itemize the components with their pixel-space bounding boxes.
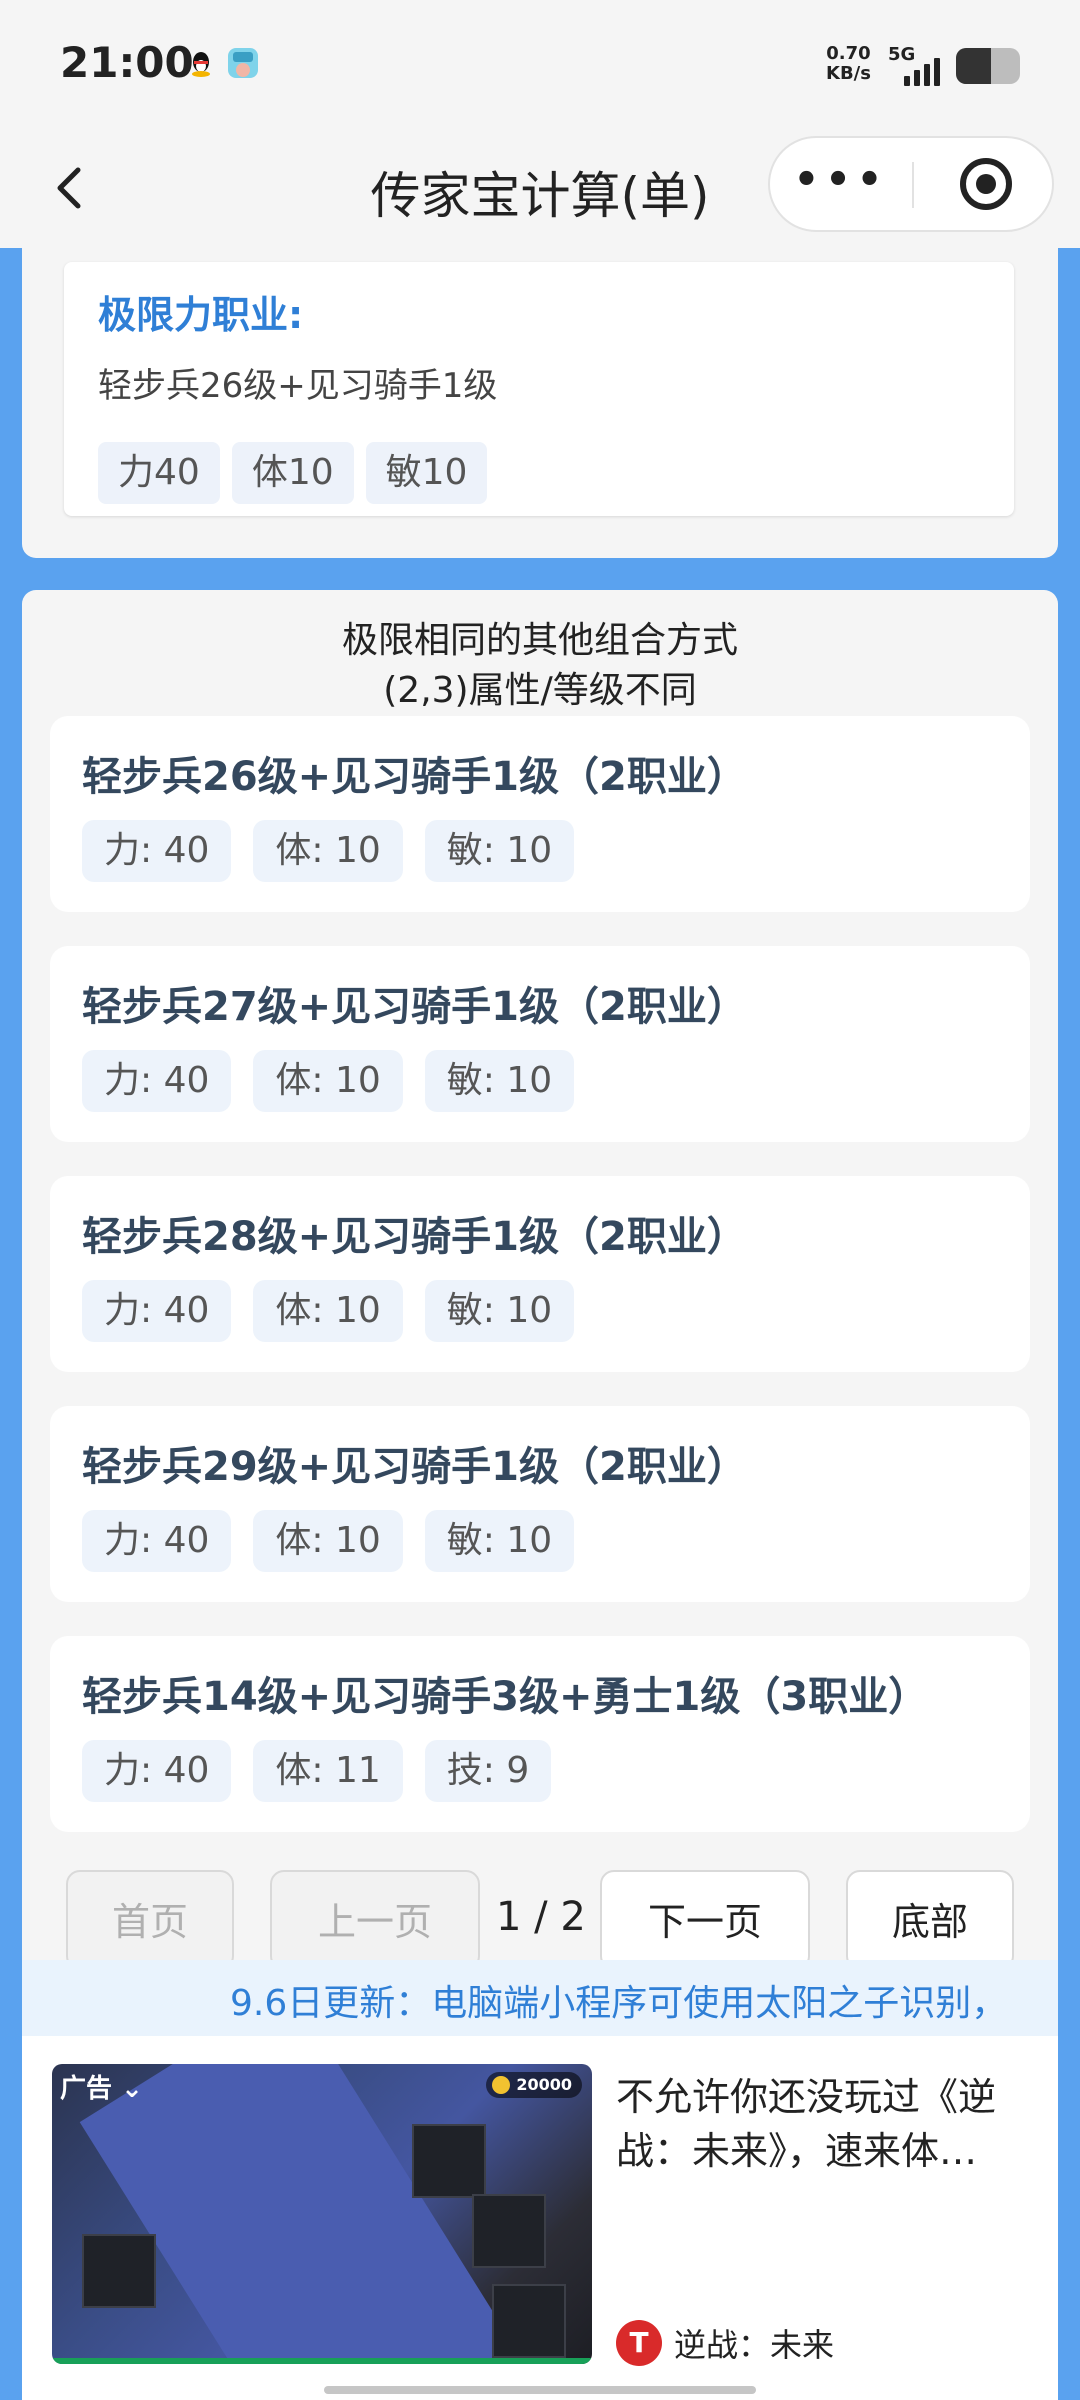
stat-tag: 敏: 10 — [424, 1280, 575, 1342]
home-indicator[interactable] — [324, 2386, 756, 2394]
combo-title: 轻步兵14级+见习骑手3级+勇士1级（3职业） — [82, 1674, 929, 1720]
combo-tags: 力: 40 体: 10 敏: 10 — [82, 820, 575, 882]
combo-title: 轻步兵29级+见习骑手1级（2职业） — [82, 1444, 747, 1490]
limit-strength-title: 极限力职业: — [98, 293, 304, 337]
target-icon — [976, 174, 996, 194]
ad-banner[interactable]: 广告 ⌄ 20000 不允许你还没玩过《逆战：未来》，速来体… T 逆战：未来 — [22, 2036, 1058, 2400]
ad-image[interactable]: 广告 ⌄ 20000 — [52, 2064, 592, 2364]
combo-tags: 力: 40 体: 10 敏: 10 — [82, 1510, 575, 1572]
ad-brand-name: 逆战：未来 — [674, 2326, 835, 2364]
coin-badge: 20000 — [486, 2072, 582, 2098]
pagination: 首页 上一页 1 / 2 下一页 底部 — [0, 1870, 1080, 1970]
bottom-button[interactable]: 底部 — [846, 1870, 1014, 1970]
battery-icon — [956, 48, 1020, 84]
status-time: 21:00 — [60, 38, 194, 87]
stat-tag: 体10 — [231, 442, 354, 504]
combo-item[interactable]: 轻步兵28级+见习骑手1级（2职业） 力: 40 体: 10 敏: 10 — [50, 1176, 1030, 1372]
limit-result-card: 极限力职业: 轻步兵26级+见习骑手1级 力40 体10 敏10 — [22, 248, 1058, 558]
other-combos-card: 极限相同的其他组合方式 (2,3)属性/等级不同 轻步兵26级+见习骑手1级（2… — [22, 590, 1058, 1970]
network-speed: 0.70 KB/s — [826, 44, 871, 84]
close-mini-program-button[interactable] — [960, 158, 1012, 210]
stat-tag: 力: 40 — [82, 1050, 232, 1112]
app-notification-icon — [228, 48, 258, 78]
more-menu-button[interactable]: ••• — [770, 160, 912, 200]
combo-title: 轻步兵26级+见习骑手1级（2职业） — [82, 754, 747, 800]
ad-image-tile — [492, 2284, 566, 2358]
capsule-divider — [912, 162, 914, 208]
battery-level — [956, 48, 992, 84]
network-speed-unit: KB/s — [826, 63, 871, 84]
ad-image-tile — [82, 2234, 156, 2308]
ad-brand[interactable]: T 逆战：未来 — [616, 2320, 834, 2366]
chevron-down-icon: ⌄ — [121, 2074, 143, 2104]
page-indicator: 1 / 2 — [496, 1894, 586, 1940]
stat-tag: 体: 11 — [253, 1740, 403, 1802]
stat-tag: 敏: 10 — [424, 820, 575, 882]
combo-tags: 力: 40 体: 10 敏: 10 — [82, 1050, 575, 1112]
other-combos-heading-line1: 极限相同的其他组合方式 — [341, 620, 738, 661]
combo-item[interactable]: 轻步兵26级+见习骑手1级（2职业） 力: 40 体: 10 敏: 10 — [50, 716, 1030, 912]
limit-strength-tags: 力40 体10 敏10 — [98, 442, 488, 504]
combo-item[interactable]: 轻步兵27级+见习骑手1级（2职业） 力: 40 体: 10 敏: 10 — [50, 946, 1030, 1142]
next-page-button[interactable]: 下一页 — [600, 1870, 810, 1970]
nav-bar: 传家宝计算(单) ••• — [0, 130, 1080, 248]
combo-title: 轻步兵28级+见习骑手1级（2职业） — [82, 1214, 747, 1260]
mini-program-capsule: ••• — [768, 136, 1054, 232]
combo-item[interactable]: 轻步兵29级+见习骑手1级（2职业） 力: 40 体: 10 敏: 10 — [50, 1406, 1030, 1602]
signal-icon — [904, 56, 944, 86]
other-combos-heading-line2: (2,3)属性/等级不同 — [383, 670, 697, 711]
stat-tag: 力: 40 — [82, 820, 232, 882]
update-notice: 9.6日更新：电脑端小程序可使用太阳之子识别， — [22, 1960, 1058, 2036]
combo-title: 轻步兵27级+见习骑手1级（2职业） — [82, 984, 747, 1030]
ad-image-road — [79, 2064, 515, 2364]
stat-tag: 敏10 — [365, 442, 488, 504]
first-page-button[interactable]: 首页 — [66, 1870, 234, 1970]
update-notice-text: 9.6日更新：电脑端小程序可使用太阳之子识别， — [230, 1983, 1008, 2024]
combo-item[interactable]: 轻步兵14级+见习骑手3级+勇士1级（3职业） 力: 40 体: 11 技: 9 — [50, 1636, 1030, 1832]
stat-tag: 敏: 10 — [424, 1510, 575, 1572]
stat-tag: 力40 — [98, 442, 220, 504]
combo-tags: 力: 40 体: 10 敏: 10 — [82, 1280, 575, 1342]
stat-tag: 体: 10 — [253, 1050, 403, 1112]
ad-label[interactable]: 广告 ⌄ — [60, 2068, 143, 2105]
limit-strength-combo: 轻步兵26级+见习骑手1级 — [98, 366, 498, 406]
combo-tags: 力: 40 体: 11 技: 9 — [82, 1740, 552, 1802]
other-combos-heading: 极限相同的其他组合方式 (2,3)属性/等级不同 — [22, 616, 1058, 716]
stat-tag: 体: 10 — [253, 1280, 403, 1342]
stat-tag: 体: 10 — [253, 820, 403, 882]
stat-tag: 力: 40 — [82, 1510, 232, 1572]
stat-tag: 敏: 10 — [424, 1050, 575, 1112]
network-speed-value: 0.70 — [826, 43, 871, 64]
status-bar: 21:00 0.70 KB/s 5G — [0, 0, 1080, 130]
limit-strength-box: 极限力职业: 轻步兵26级+见习骑手1级 力40 体10 敏10 — [64, 262, 1014, 516]
stat-tag: 技: 9 — [424, 1740, 552, 1802]
stat-tag: 体: 10 — [253, 1510, 403, 1572]
qq-icon — [186, 48, 216, 78]
ad-label-text: 广告 — [60, 2074, 113, 2104]
prev-page-button[interactable]: 上一页 — [270, 1870, 480, 1970]
brand-logo-icon: T — [616, 2320, 662, 2366]
ad-headline[interactable]: 不允许你还没玩过《逆战：未来》，速来体… — [616, 2070, 1036, 2178]
ad-progress-bar — [52, 2358, 592, 2364]
ad-image-tile — [472, 2194, 546, 2268]
ad-image-tile — [412, 2124, 486, 2198]
stat-tag: 力: 40 — [82, 1740, 232, 1802]
stat-tag: 力: 40 — [82, 1280, 232, 1342]
